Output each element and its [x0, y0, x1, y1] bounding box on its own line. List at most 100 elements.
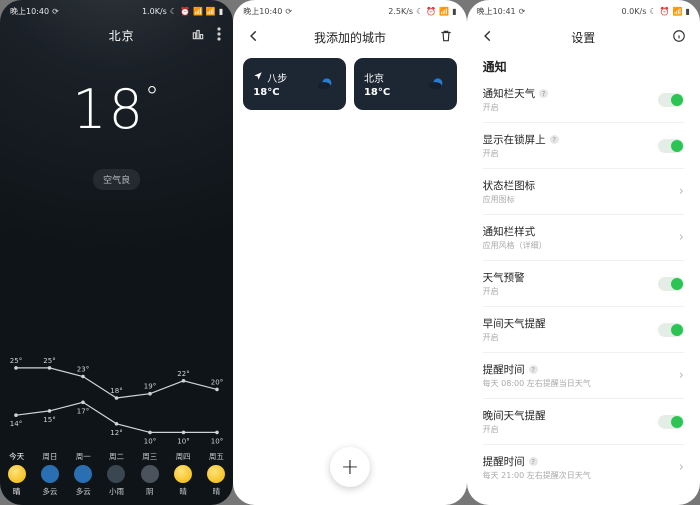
settings-item[interactable]: 提醒时间? 每天 21:00 左右提醒次日天气 › [483, 445, 684, 490]
forecast-day[interactable]: 周二 小雨 [100, 449, 133, 505]
settings-item-subtitle: 每天 08:00 左右提醒当日天气 [483, 378, 591, 389]
toggle-switch[interactable] [658, 415, 684, 429]
settings-item[interactable]: 提醒时间? 每天 08:00 左右提醒当日天气 › [483, 353, 684, 399]
city-name[interactable]: 北京 [109, 27, 135, 44]
chevron-right-icon: › [679, 368, 684, 383]
svg-text:10°: 10° [211, 437, 223, 445]
weather-icon [141, 465, 159, 483]
settings-item-title: 显示在锁屏上? [483, 132, 559, 147]
forecast-day-bar[interactable]: 今天 晴 周日 多云 周一 多云 周二 小雨 周三 阴 周四 晴 周五 晴 [0, 449, 233, 505]
net-rate: 2.5K/s [388, 7, 413, 16]
card-weather-icon [314, 72, 336, 98]
settings-item-title: 通知栏样式 [483, 224, 547, 239]
settings-item-subtitle: 开启 [483, 332, 546, 343]
settings-item-subtitle: 开启 [483, 424, 546, 435]
city-card-name: 八步 [267, 70, 287, 85]
weather-main-screen: 晚上10:40 ⟳ 1.0K/s ☾ ⏰ 📶 📶 ▮ 北京 18° 空气良 25… [0, 0, 233, 505]
air-quality-badge[interactable]: 空气良 [93, 169, 140, 190]
settings-item-title: 早间天气提醒 [483, 316, 546, 331]
alarm-icon: ⏰ [426, 7, 436, 16]
alarm-icon: ⏰ [180, 7, 190, 16]
weather-icon [107, 465, 125, 483]
settings-item-title: 状态栏图标 [483, 178, 536, 193]
settings-item[interactable]: 通知栏样式 应用风格（详细） › [483, 215, 684, 261]
battery-icon: ▮ [452, 7, 456, 16]
moon-icon: ☾ [649, 7, 656, 16]
city-card[interactable]: 八步 18°C [243, 58, 346, 110]
settings-item[interactable]: 早间天气提醒 开启 [483, 307, 684, 353]
settings-item-title: 天气预警 [483, 270, 525, 285]
help-icon[interactable]: ? [550, 135, 559, 144]
svg-text:19°: 19° [144, 383, 156, 391]
settings-screen: 晚上10:41 ⟳ 0.0K/s ☾ ⏰ 📶 ▮ 设置 通知 通知栏天气? 开启… [467, 0, 700, 505]
more-icon[interactable] [217, 27, 221, 44]
location-icon [253, 71, 263, 84]
settings-item-title: 晚间天气提醒 [483, 408, 546, 423]
svg-text:10°: 10° [144, 437, 156, 445]
settings-item-subtitle: 应用风格（详细） [483, 240, 547, 251]
settings-item-subtitle: 每天 21:00 左右提醒次日天气 [483, 470, 591, 481]
toggle-switch[interactable] [658, 277, 684, 291]
svg-text:25°: 25° [10, 357, 22, 365]
help-icon[interactable]: ? [539, 89, 548, 98]
city-card-name: 北京 [364, 70, 384, 85]
settings-item[interactable]: 状态栏图标 应用图标 › [483, 169, 684, 215]
settings-item-subtitle: 开启 [483, 148, 559, 159]
info-icon[interactable] [672, 29, 686, 46]
help-icon[interactable]: ? [529, 457, 538, 466]
status-bar: 晚上10:40 ⟳ 1.0K/s ☾ ⏰ 📶 📶 ▮ [0, 0, 233, 22]
settings-header: 设置 [467, 22, 700, 52]
forecast-day[interactable]: 今天 晴 [0, 449, 33, 505]
toggle-switch[interactable] [658, 139, 684, 153]
battery-icon: ▮ [219, 7, 223, 16]
forecast-day[interactable]: 周日 多云 [33, 449, 66, 505]
delete-icon[interactable] [439, 29, 453, 46]
forecast-day[interactable]: 周三 阴 [133, 449, 166, 505]
status-bar: 晚上10:40 ⟳ 2.5K/s ☾ ⏰ 📶 ▮ [233, 0, 466, 22]
net-rate: 0.0K/s [622, 7, 647, 16]
status-time: 晚上10:41 [477, 6, 516, 17]
weather-icon [41, 465, 59, 483]
svg-text:12°: 12° [110, 429, 122, 437]
day-condition: 晴 [179, 486, 187, 497]
settings-item[interactable]: 晚间天气提醒 开启 [483, 399, 684, 445]
add-city-fab[interactable]: + [330, 447, 370, 487]
day-condition: 多云 [76, 486, 91, 497]
svg-text:18°: 18° [110, 387, 122, 395]
day-label: 周三 [142, 451, 157, 462]
settings-item[interactable]: 通知栏天气? 开启 [483, 77, 684, 123]
forecast-day[interactable]: 周五 晴 [200, 449, 233, 505]
day-label: 周日 [42, 451, 57, 462]
svg-text:15°: 15° [43, 416, 55, 424]
weather-header: 北京 [0, 22, 233, 48]
alarm-icon: ⏰ [660, 7, 670, 16]
chevron-right-icon: › [679, 184, 684, 199]
net-rate: 1.0K/s [142, 7, 167, 16]
back-icon[interactable] [247, 29, 261, 46]
temp-value: 18 [72, 78, 145, 141]
svg-text:22°: 22° [177, 370, 189, 378]
forecast-day[interactable]: 周一 多云 [67, 449, 100, 505]
svg-text:20°: 20° [211, 378, 223, 386]
day-label: 周一 [76, 451, 91, 462]
city-cards: 八步 18°C 北京 18°C [233, 52, 466, 116]
signal-icon: 📶 [673, 7, 683, 16]
moon-icon: ☾ [170, 7, 177, 16]
current-temperature: 18° [0, 78, 233, 141]
city-list-header: 我添加的城市 [233, 22, 466, 52]
settings-item-subtitle: 开启 [483, 286, 525, 297]
weather-icon [74, 465, 92, 483]
settings-item[interactable]: 天气预警 开启 [483, 261, 684, 307]
help-icon[interactable]: ? [529, 365, 538, 374]
forecast-day[interactable]: 周四 晴 [166, 449, 199, 505]
battery-icon: ▮ [685, 7, 689, 16]
toggle-switch[interactable] [658, 93, 684, 107]
toggle-switch[interactable] [658, 323, 684, 337]
status-time: 晚上10:40 [243, 6, 282, 17]
add-city-icon[interactable] [191, 27, 205, 44]
city-card[interactable]: 北京 18°C [354, 58, 457, 110]
day-condition: 多云 [42, 486, 57, 497]
settings-item[interactable]: 显示在锁屏上? 开启 [483, 123, 684, 169]
chevron-right-icon: › [679, 460, 684, 475]
back-icon[interactable] [481, 29, 495, 46]
